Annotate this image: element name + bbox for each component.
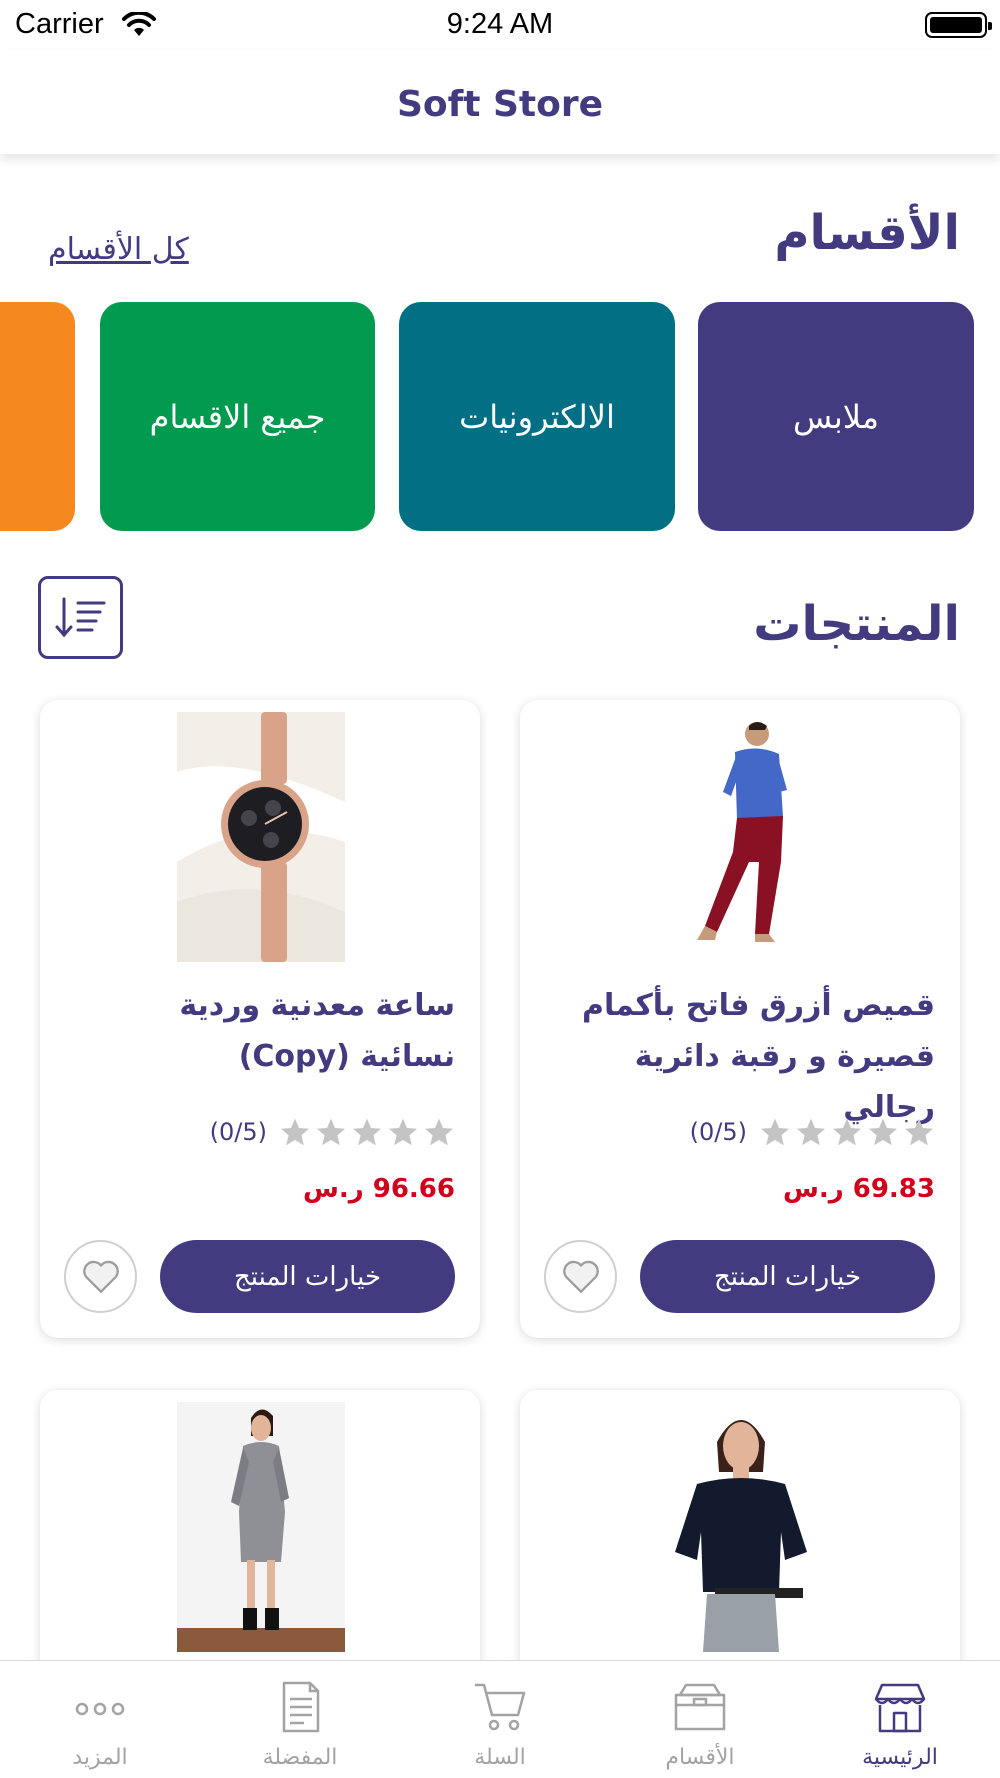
favorite-button[interactable]	[544, 1240, 617, 1313]
tab-home[interactable]: الرئيسية	[800, 1661, 1000, 1778]
star-icon	[353, 1118, 381, 1146]
tab-favorites[interactable]: المفضلة	[200, 1661, 400, 1778]
favorite-button[interactable]	[64, 1240, 137, 1313]
product-image-dress	[177, 1402, 345, 1652]
star-rating	[279, 1116, 455, 1148]
nav-bar: Soft Store	[0, 50, 1000, 154]
battery-icon	[925, 12, 992, 38]
heart-icon	[562, 1260, 599, 1293]
star-icon	[833, 1118, 861, 1146]
product-card[interactable]: قميص أزرق فاتح بأكمام قصيرة و رقبة دائري…	[520, 700, 960, 1338]
see-all-categories-link[interactable]: كل الأقسام	[48, 232, 189, 267]
tab-label: الأقسام	[665, 1745, 735, 1770]
product-price: 69.83 ر.س	[782, 1174, 935, 1204]
tab-cart[interactable]: السلة	[400, 1661, 600, 1778]
category-tile-electronics[interactable]: الالكترونيات	[399, 302, 675, 531]
category-label: الالكترونيات	[459, 397, 615, 436]
product-image-top	[657, 1402, 825, 1652]
star-icon	[281, 1118, 309, 1146]
sort-descending-icon	[55, 597, 105, 637]
tab-categories[interactable]: الأقسام	[600, 1661, 800, 1778]
sort-button[interactable]	[38, 576, 123, 659]
document-icon	[282, 1681, 320, 1733]
star-icon	[317, 1118, 345, 1146]
category-tile-all[interactable]: جميع الاقسام	[100, 302, 375, 531]
box-icon	[674, 1683, 726, 1731]
rating-text: (0/5)	[689, 1118, 747, 1146]
rating: (0/5)	[210, 1116, 455, 1148]
cart-icon	[474, 1683, 526, 1731]
app-title: Soft Store	[396, 84, 604, 125]
clock: 9:24 AM	[446, 8, 554, 40]
star-icon	[425, 1118, 453, 1146]
star-icon	[905, 1118, 933, 1146]
product-title[interactable]: ساعة معدنية وردية نسائية (Copy)	[75, 980, 455, 1082]
tab-label: المزيد	[72, 1745, 128, 1770]
star-rating	[759, 1116, 935, 1148]
star-icon	[869, 1118, 897, 1146]
store-icon	[874, 1683, 926, 1733]
rating-text: (0/5)	[209, 1118, 267, 1146]
more-icon	[75, 1702, 125, 1716]
star-icon	[389, 1118, 417, 1146]
heart-icon	[82, 1260, 119, 1293]
product-options-button[interactable]: خيارات المنتج	[160, 1240, 455, 1313]
tab-label: المفضلة	[262, 1745, 338, 1770]
product-title[interactable]: قميص أزرق فاتح بأكمام قصيرة و رقبة دائري…	[555, 980, 935, 1133]
status-bar: Carrier 9:24 AM	[0, 0, 1000, 50]
product-card[interactable]: ساعة معدنية وردية نسائية (Copy) (0/5) 96…	[40, 700, 480, 1338]
product-image-watch	[177, 712, 345, 962]
tab-bar: الرئيسية الأقسام السلة المفضلة المزيد	[0, 1660, 1000, 1778]
product-image-shirt	[657, 712, 825, 962]
tab-label: السلة	[474, 1745, 526, 1770]
product-price: 96.66 ر.س	[302, 1174, 455, 1204]
category-label: ملابس	[793, 397, 879, 436]
category-tile-clothes[interactable]: ملابس	[698, 302, 974, 531]
star-icon	[761, 1118, 789, 1146]
star-icon	[797, 1118, 825, 1146]
categories-heading: الأقسام	[774, 205, 960, 261]
rating: (0/5)	[690, 1116, 935, 1148]
tab-more[interactable]: المزيد	[0, 1661, 200, 1778]
products-heading: المنتجات	[753, 596, 960, 652]
category-tile-partial[interactable]	[0, 302, 75, 531]
tab-label: الرئيسية	[862, 1745, 938, 1770]
category-label: جميع الاقسام	[149, 397, 326, 436]
product-options-button[interactable]: خيارات المنتج	[640, 1240, 935, 1313]
